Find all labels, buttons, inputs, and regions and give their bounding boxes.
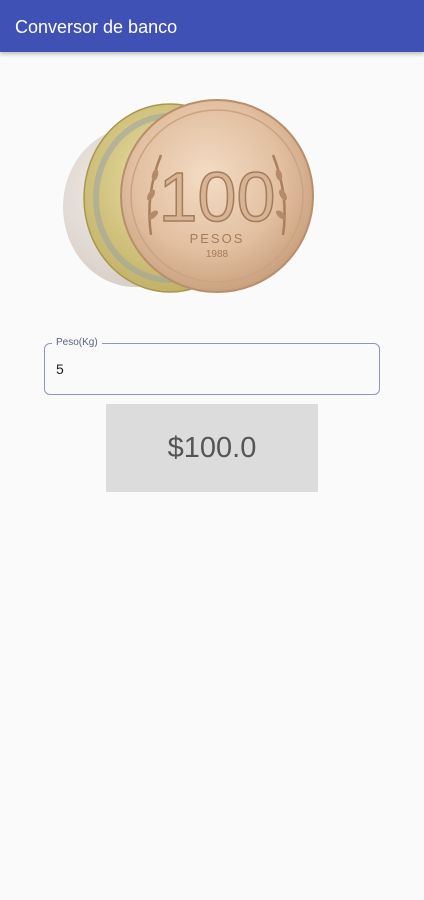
result-button[interactable]: $100.0 (106, 404, 318, 492)
weight-input-field[interactable]: Peso(Kg) 5 (44, 336, 380, 395)
peso-coins-image: 100 PESOS 1988 (63, 99, 314, 293)
result-amount: $100.0 (167, 431, 257, 464)
svg-text:PESOS: PESOS (190, 231, 245, 246)
app-bar: Conversor de banco (0, 0, 424, 52)
svg-text:100: 100 (159, 158, 276, 236)
svg-text:1988: 1988 (206, 249, 229, 260)
weight-input-value[interactable]: 5 (56, 360, 64, 378)
app-title: Conversor de banco (15, 17, 178, 37)
weight-field-label: Peso(Kg) (52, 336, 102, 350)
